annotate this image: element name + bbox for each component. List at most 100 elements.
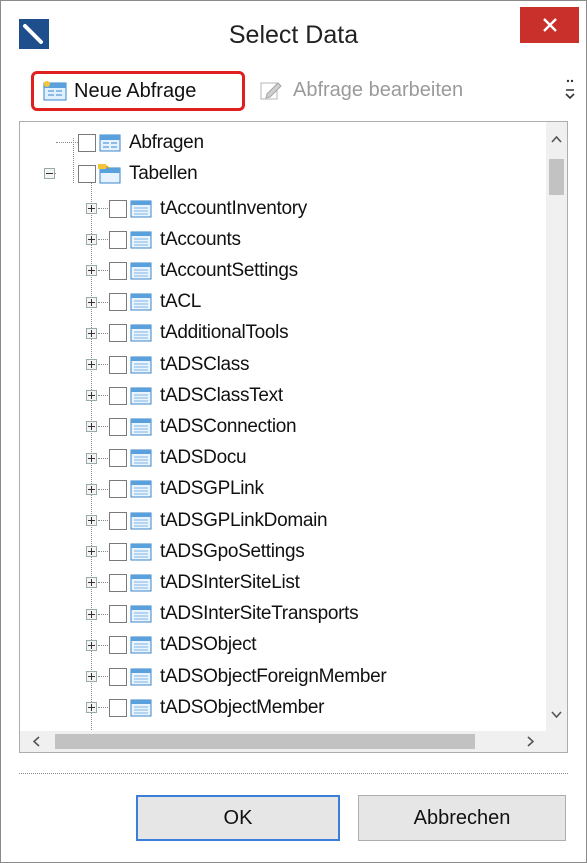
tree-item-table[interactable]: tAccountSettings — [109, 255, 298, 286]
window-title: Select Data — [228, 21, 359, 49]
table-icon — [130, 200, 152, 217]
checkbox[interactable] — [109, 324, 127, 343]
tree-item-table[interactable]: tADSInterSiteList — [109, 567, 300, 598]
scroll-right-icon[interactable] — [527, 736, 534, 747]
tree-item-table[interactable]: tADSConnection — [109, 411, 297, 442]
table-icon — [130, 668, 152, 685]
checkbox[interactable] — [109, 449, 127, 468]
tree-item-table[interactable]: tACL — [109, 287, 201, 318]
checkbox[interactable] — [109, 199, 127, 218]
table-folder-icon — [98, 163, 121, 183]
toolbar-overflow-icon[interactable] — [565, 77, 575, 103]
scrollbar-corner — [546, 731, 567, 752]
scroll-down-icon[interactable] — [551, 711, 562, 718]
plus-icon — [88, 579, 95, 587]
expand-toggle[interactable] — [86, 421, 97, 433]
plus-icon — [88, 641, 95, 649]
checkbox[interactable] — [109, 605, 127, 624]
tree-item-table[interactable]: tADSGPLink — [109, 474, 264, 505]
table-icon — [130, 480, 152, 498]
tree-item-label: tADSInterSiteTransports — [160, 603, 359, 625]
scroll-up-icon[interactable] — [551, 136, 562, 143]
expand-toggle[interactable] — [86, 296, 97, 308]
tree-item-queries[interactable]: Abfragen — [78, 127, 204, 158]
checkbox[interactable] — [78, 133, 96, 152]
table-icon — [130, 636, 152, 654]
expand-toggle[interactable] — [86, 327, 97, 339]
expand-toggle[interactable] — [86, 639, 97, 651]
table-icon — [130, 418, 152, 436]
cancel-button[interactable]: Abbrechen — [358, 795, 566, 841]
tree-item-table[interactable]: tADSDocu — [109, 443, 247, 474]
checkbox[interactable] — [109, 511, 127, 530]
table-icon — [130, 293, 152, 311]
checkbox[interactable] — [109, 386, 127, 405]
tree-item-label: tADSClass — [160, 353, 250, 375]
tree-item-table[interactable]: tADSObjectMember — [109, 692, 324, 723]
data-tree[interactable]: Abfragen Tabellen tAccountInventory tAcco… — [19, 121, 568, 753]
table-icon — [130, 324, 152, 342]
checkbox[interactable] — [109, 636, 127, 655]
expand-toggle[interactable] — [86, 702, 97, 714]
tree-item-table[interactable]: tADSGpoSettings — [109, 536, 305, 567]
vertical-scroll-thumb[interactable] — [549, 159, 564, 195]
close-icon — [542, 18, 557, 32]
edit-query-button[interactable]: Abfrage bearbeiten — [259, 73, 463, 107]
plus-icon — [88, 267, 95, 275]
tree-item-tables[interactable]: Tabellen — [78, 158, 198, 189]
ok-button[interactable]: OK — [136, 795, 340, 841]
horizontal-scroll-thumb[interactable] — [55, 734, 475, 749]
plus-icon — [88, 361, 95, 368]
scroll-left-icon[interactable] — [33, 736, 40, 747]
tree-item-label: tAccounts — [160, 228, 241, 250]
new-query-button[interactable]: Neue Abfrage — [31, 71, 245, 111]
expand-toggle[interactable] — [86, 390, 97, 402]
checkbox[interactable] — [109, 230, 127, 249]
new-query-label: Neue Abfrage — [74, 79, 197, 102]
checkbox[interactable] — [109, 355, 127, 374]
toolbar: Neue Abfrage Abfrage bearbeiten — [19, 67, 585, 117]
horizontal-scrollbar[interactable] — [20, 731, 546, 752]
checkbox[interactable] — [109, 667, 127, 686]
tree-item-table[interactable]: tADSObject — [109, 630, 257, 661]
minus-icon — [46, 173, 53, 174]
tree-item-table[interactable]: tADSClass — [109, 349, 249, 380]
tree-item-label: tADSGPLink — [160, 478, 264, 500]
tree-item-label: Tabellen — [129, 162, 198, 184]
expand-toggle[interactable] — [86, 515, 97, 526]
checkbox[interactable] — [109, 698, 127, 717]
checkbox[interactable] — [109, 542, 127, 561]
expand-toggle[interactable] — [86, 577, 97, 589]
checkbox[interactable] — [109, 417, 127, 436]
checkbox[interactable] — [109, 293, 127, 312]
expand-toggle[interactable] — [86, 265, 97, 277]
close-button[interactable] — [520, 7, 579, 43]
expand-toggle[interactable] — [86, 452, 97, 464]
tree-item-table[interactable]: tADSClassText — [109, 380, 283, 411]
tree-item-label: tAccountInventory — [160, 197, 307, 219]
select-data-dialog: Select Data Neue Abfrage Abfrage bearbei… — [0, 0, 587, 863]
tree-item-table[interactable]: tAdditionalTools — [109, 318, 289, 349]
checkbox[interactable] — [109, 480, 127, 499]
vertical-scrollbar[interactable] — [546, 122, 567, 731]
tree-item-table[interactable]: tAccountInventory — [109, 193, 307, 224]
checkbox[interactable] — [109, 573, 127, 592]
checkbox[interactable] — [78, 164, 96, 183]
tree-item-table[interactable]: tADSObjectForeignMember — [109, 661, 387, 692]
checkbox[interactable] — [109, 261, 127, 280]
collapse-toggle[interactable] — [44, 168, 55, 179]
expand-toggle[interactable] — [86, 671, 97, 682]
tree-item-table[interactable]: tAccounts — [109, 224, 241, 255]
tree-item-table[interactable]: tADSInterSiteTransports — [109, 599, 359, 630]
expand-toggle[interactable] — [86, 234, 97, 246]
expand-toggle[interactable] — [86, 546, 97, 558]
expand-toggle[interactable] — [86, 483, 97, 495]
table-icon — [130, 605, 152, 623]
tree-item-label: tADSConnection — [160, 415, 297, 437]
tree-item-table[interactable]: tADSGPLinkDomain — [109, 505, 328, 536]
plus-icon — [88, 704, 95, 712]
expand-toggle[interactable] — [86, 203, 97, 214]
expand-toggle[interactable] — [86, 359, 97, 370]
tree-item-label: tADSGPLinkDomain — [160, 509, 328, 531]
expand-toggle[interactable] — [86, 608, 97, 620]
